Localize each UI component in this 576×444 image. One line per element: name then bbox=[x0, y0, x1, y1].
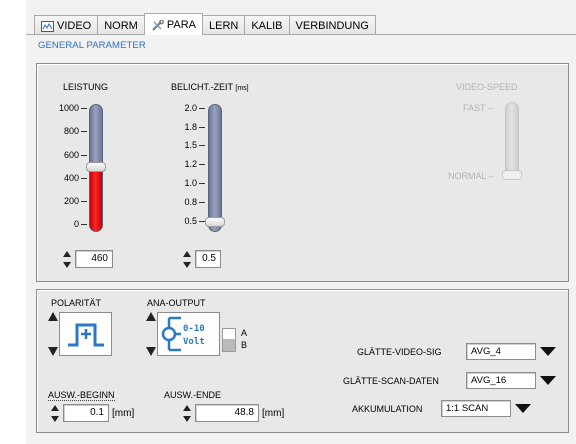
tab-norm-label: NORM bbox=[104, 19, 138, 32]
belicht-tick: 0.8 bbox=[184, 197, 205, 207]
leistung-scale: 1000 800 600 400 200 0 bbox=[47, 103, 87, 229]
belicht-label: BELICHT.-ZEIT [ms] bbox=[171, 82, 249, 92]
leistung-tick: 200 bbox=[64, 196, 87, 206]
leistung-spinner[interactable] bbox=[63, 250, 72, 268]
ab-toggle-indicator bbox=[223, 339, 235, 351]
belicht-value-field[interactable]: 0.5 bbox=[195, 250, 221, 268]
ana-output-spinner[interactable] bbox=[146, 312, 156, 356]
leistung-tick: 1000 bbox=[59, 103, 87, 113]
chevron-down-icon[interactable] bbox=[538, 343, 558, 360]
akkumulation-dropdown[interactable]: 1:1 SCAN bbox=[441, 400, 533, 417]
chevron-down-icon[interactable] bbox=[538, 372, 558, 389]
belicht-slider-track[interactable] bbox=[208, 104, 222, 232]
ausw-beginn-spinner[interactable] bbox=[51, 404, 60, 422]
leistung-tick: 600 bbox=[64, 150, 87, 160]
belicht-tick: 2.0 bbox=[184, 103, 205, 113]
switch-b-label: B bbox=[241, 340, 248, 350]
tab-para-label: PARA bbox=[166, 18, 196, 31]
tab-lern-label: LERN bbox=[208, 19, 239, 32]
belicht-numeric: 0.5 bbox=[183, 250, 221, 268]
leistung-slider-fill bbox=[90, 165, 102, 231]
leistung-tick: 800 bbox=[64, 126, 87, 136]
belicht-scale: 2.0 1.8 1.5 1.2 1.0 0.8 0.5 bbox=[165, 103, 205, 229]
tab-divider bbox=[26, 34, 576, 35]
para-window: VIDEO NORM PARA LERN KALIB VERBINDUNG GE… bbox=[26, 0, 576, 444]
leistung-numeric: 460 bbox=[63, 250, 113, 268]
ana-output-label: ANA-OUTPUT bbox=[147, 298, 206, 308]
glaette-video-value[interactable]: AVG_4 bbox=[466, 343, 536, 360]
polaritaet-ring[interactable] bbox=[48, 312, 112, 356]
glaette-scan-value[interactable]: AVG_16 bbox=[466, 372, 536, 389]
ausw-ende-unit: [mm] bbox=[262, 407, 285, 419]
chevron-down-icon[interactable] bbox=[513, 400, 533, 417]
tab-kalib-label: KALIB bbox=[251, 19, 283, 32]
belicht-spinner[interactable] bbox=[183, 250, 192, 268]
belicht-unit: [ms] bbox=[235, 85, 249, 92]
belicht-tick: 1.2 bbox=[184, 159, 205, 169]
leistung-tick: 400 bbox=[64, 173, 87, 183]
tab-lern[interactable]: LERN bbox=[201, 15, 246, 35]
tab-para[interactable]: PARA bbox=[143, 13, 203, 35]
tab-video-label: VIDEO bbox=[57, 19, 92, 32]
video-tab-icon bbox=[41, 20, 54, 32]
glaette-video-label: GLÄTTE-VIDEO-SIG bbox=[357, 347, 442, 357]
belicht-tick: 1.5 bbox=[184, 140, 205, 150]
belicht-label-text: BELICHT.-ZEIT bbox=[171, 82, 233, 92]
ausw-beginn-value-field[interactable]: 0.1 bbox=[63, 404, 109, 422]
akkumulation-label: AKKUMULATION bbox=[352, 404, 423, 414]
switch-a-label: A bbox=[241, 328, 248, 338]
ausw-beginn-label: AUSW.-BEGINN bbox=[48, 390, 115, 401]
ausw-ende-label: AUSW.-ENDE bbox=[164, 390, 222, 400]
ausw-beginn-numeric: 0.1 [mm] bbox=[51, 404, 134, 422]
ausw-ende-spinner[interactable] bbox=[183, 404, 192, 422]
video-speed-slider-thumb[interactable] bbox=[502, 170, 522, 180]
polaritaet-label: POLARITÄT bbox=[51, 298, 102, 308]
slider-panel: LEISTUNG 1000 800 600 400 200 0 460 BELI… bbox=[36, 63, 569, 282]
tab-video[interactable]: VIDEO bbox=[34, 15, 99, 35]
belicht-tick: 1.8 bbox=[184, 122, 205, 132]
leistung-label: LEISTUNG bbox=[63, 82, 109, 92]
svg-text:Volt: Volt bbox=[183, 337, 205, 347]
glaette-scan-dropdown[interactable]: AVG_16 bbox=[466, 372, 558, 389]
video-speed-normal-label: NORMAL – bbox=[448, 171, 494, 181]
tab-kalib[interactable]: KALIB bbox=[244, 15, 290, 35]
ausw-beginn-unit: [mm] bbox=[112, 407, 135, 419]
belicht-tick: 0.5 bbox=[184, 216, 205, 226]
positive-pulse-icon bbox=[59, 312, 112, 356]
ana-output-ring[interactable]: 0-10 Volt bbox=[146, 312, 220, 356]
tab-verbindung-label: VERBINDUNG bbox=[295, 19, 369, 32]
leistung-tick: 0 bbox=[74, 219, 87, 229]
tab-norm[interactable]: NORM bbox=[97, 15, 145, 35]
tab-verbindung[interactable]: VERBINDUNG bbox=[288, 15, 376, 35]
tools-icon bbox=[151, 19, 164, 31]
belicht-slider-thumb[interactable] bbox=[205, 217, 225, 227]
video-speed-fast-label: FAST – bbox=[463, 103, 493, 113]
voltage-output-icon: 0-10 Volt bbox=[157, 312, 220, 356]
leistung-slider-thumb[interactable] bbox=[86, 162, 106, 172]
video-speed-label: VIDEO-SPEED bbox=[456, 82, 518, 92]
ab-toggle-switch[interactable] bbox=[222, 328, 236, 352]
tab-bar: VIDEO NORM PARA LERN KALIB VERBINDUNG bbox=[34, 13, 376, 35]
section-title: GENERAL PARAMETER bbox=[38, 40, 146, 51]
output-panel: POLARITÄT ANA-OUTPUT 0-10 Volt A B AUSW.… bbox=[36, 289, 569, 433]
belicht-tick: 1.0 bbox=[184, 178, 205, 188]
glaette-video-dropdown[interactable]: AVG_4 bbox=[466, 343, 558, 360]
ausw-ende-numeric: 48.8 [mm] bbox=[183, 404, 284, 422]
video-speed-slider-track[interactable] bbox=[505, 102, 519, 178]
ausw-ende-value-field[interactable]: 48.8 bbox=[195, 404, 259, 422]
glaette-scan-label: GLÄTTE-SCAN-DATEN bbox=[343, 376, 439, 386]
leistung-value-field[interactable]: 460 bbox=[75, 250, 113, 268]
akkumulation-value[interactable]: 1:1 SCAN bbox=[441, 400, 511, 417]
polaritaet-spinner[interactable] bbox=[48, 312, 58, 356]
svg-text:0-10: 0-10 bbox=[183, 324, 205, 334]
